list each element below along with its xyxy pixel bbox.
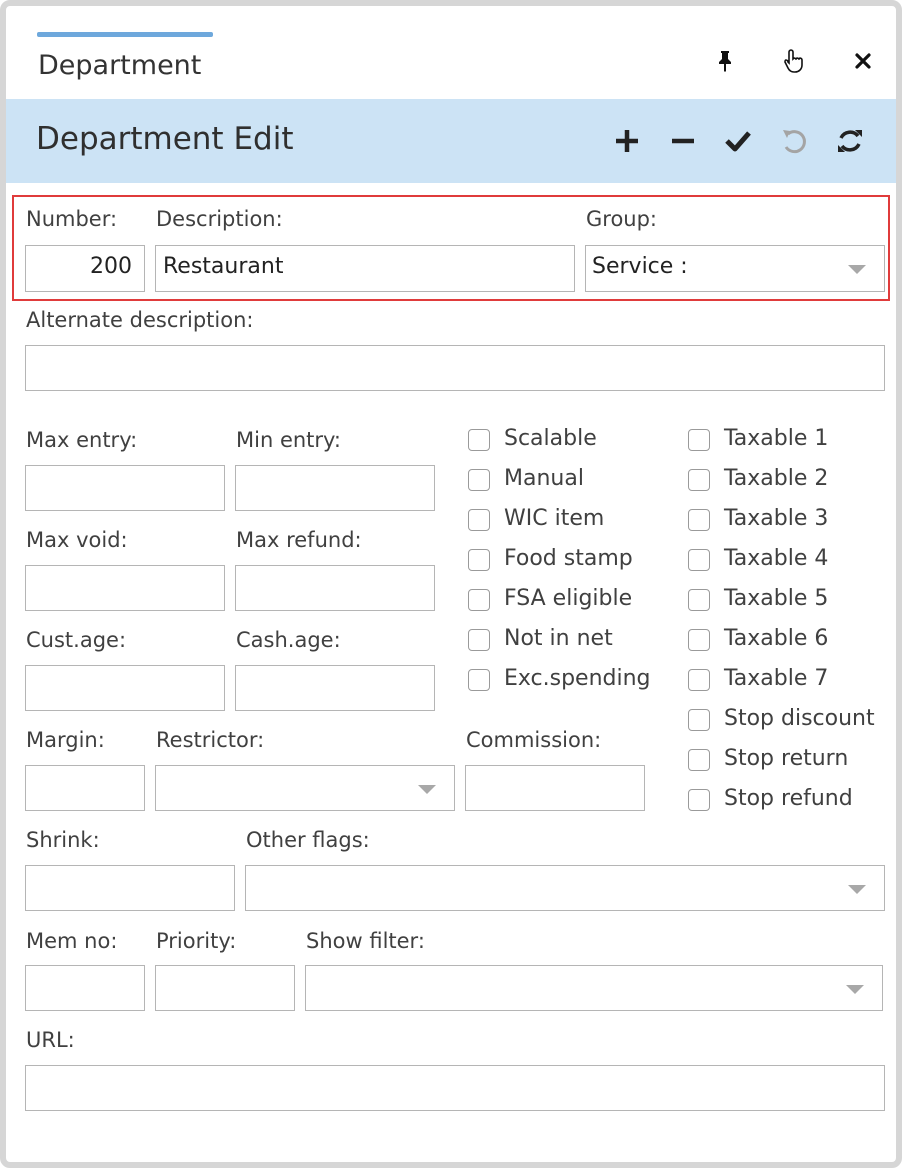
mem-no-input[interactable] (25, 965, 145, 1011)
group-select[interactable]: Service : (585, 245, 885, 292)
taxable-4-label: Taxable 4 (724, 546, 829, 571)
tab-active-indicator (37, 32, 213, 37)
pin-icon[interactable] (710, 46, 740, 76)
chevron-down-icon (848, 265, 866, 274)
stop-return-label: Stop return (724, 746, 849, 771)
close-icon[interactable] (848, 46, 878, 76)
url-label: URL: (26, 1028, 75, 1052)
food-stamp-label: Food stamp (504, 546, 633, 571)
manual-label: Manual (504, 466, 584, 491)
chevron-down-icon (418, 785, 436, 794)
alt-description-label: Alternate description: (26, 308, 254, 332)
priority-input[interactable] (155, 965, 295, 1011)
min-entry-label: Min entry: (236, 428, 342, 452)
stop-return-checkbox[interactable] (688, 749, 710, 771)
stop-refund-checkbox[interactable] (688, 789, 710, 811)
chevron-down-icon (848, 885, 866, 894)
taxable-5-label: Taxable 5 (724, 586, 829, 611)
taxable-1-label: Taxable 1 (724, 426, 829, 451)
shrink-label: Shrink: (26, 828, 100, 852)
page-title: Department Edit (36, 121, 294, 157)
restrictor-label: Restrictor: (156, 728, 265, 752)
url-input[interactable] (25, 1065, 885, 1111)
plus-icon[interactable] (607, 119, 647, 163)
taxable-7-checkbox[interactable] (688, 669, 710, 691)
exc-spending-label: Exc.spending (504, 666, 651, 691)
max-entry-input[interactable] (25, 465, 225, 511)
commission-input[interactable] (465, 765, 645, 811)
fsa-eligible-checkbox[interactable] (468, 589, 490, 611)
description-value: Restaurant (163, 254, 284, 279)
max-void-input[interactable] (25, 565, 225, 611)
tab-department[interactable]: Department (38, 50, 201, 81)
edit-header: Department Edit (6, 99, 896, 183)
undo-icon[interactable] (774, 119, 814, 163)
max-void-label: Max void: (26, 528, 128, 552)
show-filter-select[interactable] (305, 965, 883, 1011)
shrink-input[interactable] (25, 865, 235, 911)
number-label: Number: (26, 207, 118, 231)
hand-pointer-icon[interactable] (780, 46, 810, 76)
taxable-5-checkbox[interactable] (688, 589, 710, 611)
alt-description-input[interactable] (25, 345, 885, 391)
other-flags-select[interactable] (245, 865, 885, 911)
number-input[interactable]: 200 (25, 245, 145, 292)
cust-age-label: Cust.age: (26, 628, 127, 652)
stop-discount-label: Stop discount (724, 706, 875, 731)
stop-discount-checkbox[interactable] (688, 709, 710, 731)
taxable-2-checkbox[interactable] (688, 469, 710, 491)
cash-age-label: Cash.age: (236, 628, 341, 652)
taxable-3-label: Taxable 3 (724, 506, 829, 531)
chevron-down-icon (846, 985, 864, 994)
not-in-net-label: Not in net (504, 626, 613, 651)
taxable-6-checkbox[interactable] (688, 629, 710, 651)
not-in-net-checkbox[interactable] (468, 629, 490, 651)
margin-input[interactable] (25, 765, 145, 811)
restrictor-select[interactable] (155, 765, 455, 811)
max-refund-input[interactable] (235, 565, 435, 611)
minus-icon[interactable] (663, 119, 703, 163)
show-filter-label: Show filter: (306, 929, 425, 953)
priority-label: Priority: (156, 929, 237, 953)
fsa-eligible-label: FSA eligible (504, 586, 633, 611)
commission-label: Commission: (466, 728, 602, 752)
cash-age-input[interactable] (235, 665, 435, 711)
max-refund-label: Max refund: (236, 528, 362, 552)
group-label: Group: (586, 207, 658, 231)
taxable-4-checkbox[interactable] (688, 549, 710, 571)
description-label: Description: (156, 207, 283, 231)
manual-checkbox[interactable] (468, 469, 490, 491)
number-value: 200 (90, 254, 132, 279)
max-entry-label: Max entry: (26, 428, 138, 452)
margin-label: Margin: (26, 728, 105, 752)
other-flags-label: Other flags: (246, 828, 370, 852)
min-entry-input[interactable] (235, 465, 435, 511)
cust-age-input[interactable] (25, 665, 225, 711)
taxable-2-label: Taxable 2 (724, 466, 829, 491)
taxable-6-label: Taxable 6 (724, 626, 829, 651)
stop-refund-label: Stop refund (724, 786, 853, 811)
scalable-checkbox[interactable] (468, 429, 490, 451)
taxable-3-checkbox[interactable] (688, 509, 710, 531)
wic-item-label: WIC item (504, 506, 605, 531)
scalable-label: Scalable (504, 426, 597, 451)
mem-no-label: Mem no: (26, 929, 118, 953)
refresh-icon[interactable] (830, 119, 870, 163)
wic-item-checkbox[interactable] (468, 509, 490, 531)
exc-spending-checkbox[interactable] (468, 669, 490, 691)
taxable-1-checkbox[interactable] (688, 429, 710, 451)
food-stamp-checkbox[interactable] (468, 549, 490, 571)
check-icon[interactable] (718, 119, 758, 163)
group-value: Service : (592, 254, 688, 279)
description-input[interactable]: Restaurant (155, 245, 575, 292)
taxable-7-label: Taxable 7 (724, 666, 829, 691)
